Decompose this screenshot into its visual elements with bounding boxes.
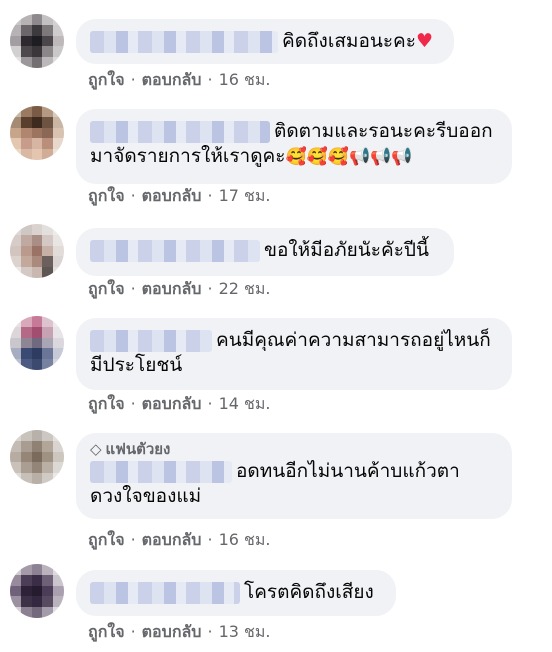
comment-bubble: ขอให้มีอภัยนัะคัะปีนี้ bbox=[76, 228, 454, 276]
diamond-icon: ◇ bbox=[90, 440, 102, 458]
blurred-author-name[interactable] bbox=[90, 239, 260, 262]
comment-actions: ถูกใจ · ตอบกลับ · 17 ชม. bbox=[88, 186, 271, 206]
comment-text-line-2: ดวงใจของแม่ bbox=[90, 485, 202, 507]
heart-emoji: ♥ bbox=[415, 30, 434, 52]
comment-bubble: คิดถึงเสมอนะคะ♥ bbox=[76, 19, 454, 64]
reply-link[interactable]: ตอบกลับ bbox=[142, 279, 202, 298]
timestamp[interactable]: 17 ชม. bbox=[219, 186, 271, 205]
like-link[interactable]: ถูกใจ bbox=[88, 622, 125, 641]
separator: · bbox=[130, 530, 136, 549]
comment-actions: ถูกใจ · ตอบกลับ · 16 ชม. bbox=[88, 70, 271, 90]
timestamp[interactable]: 14 ชม. bbox=[219, 394, 271, 413]
timestamp[interactable]: 16 ชม. bbox=[219, 70, 271, 89]
comment-text-line-1: อดทนอีกไม่นานค้าบแก้วตา bbox=[236, 460, 460, 482]
avatar[interactable] bbox=[10, 430, 64, 484]
like-link[interactable]: ถูกใจ bbox=[88, 186, 125, 205]
blurred-author-name[interactable] bbox=[90, 30, 278, 53]
like-link[interactable]: ถูกใจ bbox=[88, 530, 125, 549]
comment-text-line-1: ติดตามและรอนะคะรีบออก bbox=[274, 120, 493, 142]
blurred-author-name[interactable] bbox=[90, 460, 232, 483]
comment-actions: ถูกใจ · ตอบกลับ · 13 ชม. bbox=[88, 622, 271, 642]
comment-text-line-2: มาจัดรายการให้เราดูคะ bbox=[90, 145, 286, 167]
separator: · bbox=[130, 70, 136, 89]
like-link[interactable]: ถูกใจ bbox=[88, 70, 125, 89]
like-link[interactable]: ถูกใจ bbox=[88, 279, 125, 298]
comment-actions: ถูกใจ · ตอบกลับ · 16 ชม. bbox=[88, 530, 271, 550]
separator: · bbox=[130, 186, 136, 205]
separator: · bbox=[207, 530, 213, 549]
separator: · bbox=[207, 622, 213, 641]
comment-text-line-1: คนมีคุณค่าความสามารถอยู่ไหนก็ bbox=[216, 329, 491, 351]
emoji-sequence: 🥰🥰🥰📢📢📢 bbox=[285, 147, 413, 167]
reply-link[interactable]: ตอบกลับ bbox=[142, 394, 202, 413]
like-link[interactable]: ถูกใจ bbox=[88, 394, 125, 413]
comment-text: คิดถึงเสมอนะคะ bbox=[282, 30, 416, 52]
comment-bubble: โครตคิดถึงเสียง bbox=[76, 570, 396, 616]
reply-link[interactable]: ตอบกลับ bbox=[142, 530, 202, 549]
avatar[interactable] bbox=[10, 106, 64, 160]
top-fan-badge[interactable]: ◇ แฟนตัวยง bbox=[90, 439, 498, 459]
blurred-author-name[interactable] bbox=[90, 120, 270, 143]
comment-bubble: ติดตามและรอนะคะรีบออก มาจัดรายการให้เราด… bbox=[76, 109, 512, 184]
reply-link[interactable]: ตอบกลับ bbox=[142, 186, 202, 205]
separator: · bbox=[207, 279, 213, 298]
separator: · bbox=[130, 394, 136, 413]
top-fan-label: แฟนตัวยง bbox=[105, 440, 171, 458]
separator: · bbox=[207, 186, 213, 205]
separator: · bbox=[130, 622, 136, 641]
comment-text-line-2: มีประโยชน์ bbox=[90, 354, 183, 376]
timestamp[interactable]: 16 ชม. bbox=[219, 530, 271, 549]
blurred-author-name[interactable] bbox=[90, 329, 212, 352]
comment-actions: ถูกใจ · ตอบกลับ · 14 ชม. bbox=[88, 394, 271, 414]
blurred-author-name[interactable] bbox=[90, 581, 240, 604]
avatar[interactable] bbox=[10, 564, 64, 618]
comment-text: ขอให้มีอภัยนัะคัะปีนี้ bbox=[264, 239, 429, 261]
timestamp[interactable]: 22 ชม. bbox=[219, 279, 271, 298]
comment-bubble: ◇ แฟนตัวยง อดทนอีกไม่นานค้าบแก้วตา ดวงใจข… bbox=[76, 433, 512, 519]
separator: · bbox=[130, 279, 136, 298]
timestamp[interactable]: 13 ชม. bbox=[219, 622, 271, 641]
reply-link[interactable]: ตอบกลับ bbox=[142, 622, 202, 641]
comment-text: โครตคิดถึงเสียง bbox=[244, 581, 374, 603]
comment-bubble: คนมีคุณค่าความสามารถอยู่ไหนก็ มีประโยชน์ bbox=[76, 318, 512, 390]
reply-link[interactable]: ตอบกลับ bbox=[142, 70, 202, 89]
avatar[interactable] bbox=[10, 316, 64, 370]
separator: · bbox=[207, 394, 213, 413]
separator: · bbox=[207, 70, 213, 89]
avatar[interactable] bbox=[10, 14, 64, 68]
comment-actions: ถูกใจ · ตอบกลับ · 22 ชม. bbox=[88, 279, 271, 299]
avatar[interactable] bbox=[10, 224, 64, 278]
